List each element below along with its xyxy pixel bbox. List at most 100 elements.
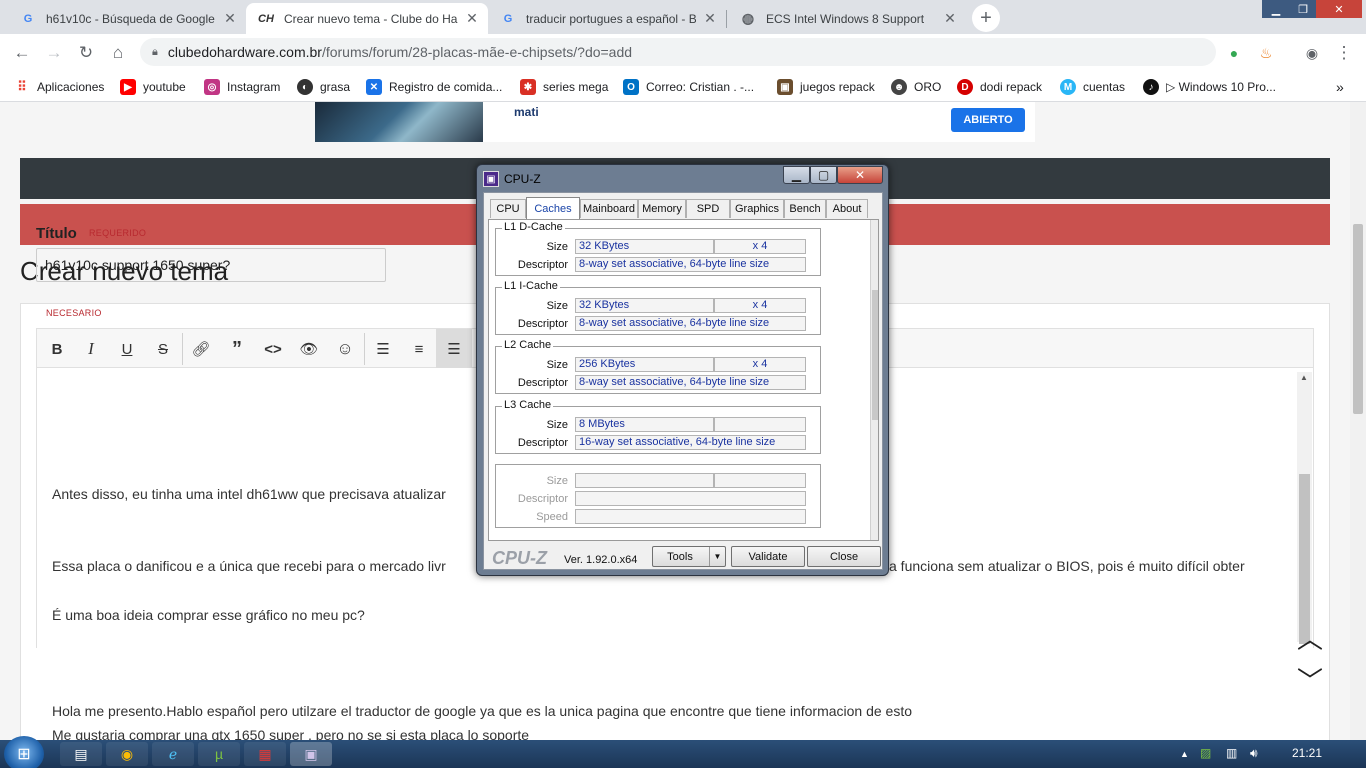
tray-app-icon[interactable]: ▨: [1200, 746, 1211, 760]
cpuz-tab-bench[interactable]: Bench: [784, 199, 826, 218]
windows-start-button[interactable]: ⊞: [4, 736, 44, 768]
bookmark-juegos-repack[interactable]: ▣ juegos repack: [777, 78, 875, 96]
spoiler-eye-icon[interactable]: 👁︎: [291, 329, 327, 369]
cache-descriptor-value: 8-way set associative, 64-byte line size: [575, 375, 806, 390]
new-tab-button[interactable]: +: [972, 4, 1000, 32]
lock-icon: 🔒︎: [152, 45, 158, 58]
close-tab-icon[interactable]: ✕: [702, 10, 718, 27]
numbered-list-icon[interactable]: ≡: [401, 329, 437, 369]
menu-dots-icon[interactable]: ⋮: [1332, 41, 1356, 65]
close-tab-icon[interactable]: ✕: [222, 10, 238, 27]
bullet-list-icon[interactable]: ☰: [365, 329, 401, 369]
cache-group-l2: L2 Cache Size 256 KBytes x 4 Descriptor …: [495, 339, 821, 394]
browser-tab-translate[interactable]: G traducir portugues a español - Bu ✕: [488, 3, 726, 34]
maximize-window-button[interactable]: ❐: [1290, 0, 1316, 18]
cpuz-tab-caches[interactable]: Caches: [526, 197, 580, 219]
google-icon: G: [23, 12, 33, 25]
ad-image: [315, 102, 483, 142]
volume-icon[interactable]: 🔊︎: [1250, 746, 1258, 761]
close-tab-icon[interactable]: ✕: [942, 10, 958, 27]
bold-button[interactable]: B: [39, 329, 75, 369]
cpuz-validate-button[interactable]: Validate: [731, 546, 805, 567]
utorrent-icon[interactable]: µ: [198, 742, 240, 766]
cpuz-close-button[interactable]: Close: [807, 546, 881, 567]
forward-arrow-icon[interactable]: →: [42, 41, 66, 65]
windows-taskbar: ⊞ ▤ ◉ ℯ µ ▦ ▣ ▲ ▨ ▥ 🔊︎ 21:21: [0, 736, 1366, 768]
browser-tab-google-search[interactable]: G h61v10c - Búsqueda de Google ✕: [8, 3, 246, 34]
browser-tab-clube-hardware[interactable]: CH Crear nuevo tema - Clube do Hardware …: [246, 3, 488, 34]
winrar-icon[interactable]: ▦: [244, 742, 286, 766]
cpuz-close-window-button[interactable]: ✕: [837, 166, 883, 184]
cuentas-icon: M: [1060, 79, 1076, 95]
scroll-up-chevron-icon[interactable]: ︿: [1295, 626, 1325, 652]
descriptor-label: Descriptor: [517, 437, 568, 449]
bookmark-cuentas[interactable]: Mcuentas: [1060, 78, 1125, 96]
scroll-up-arrow-icon[interactable]: ▲: [1300, 373, 1308, 382]
profile-avatar[interactable]: ◉: [1300, 41, 1324, 65]
quote-icon[interactable]: ”: [219, 329, 255, 369]
editor-scrollbar-thumb[interactable]: [1299, 474, 1310, 644]
close-tab-icon[interactable]: ✕: [464, 10, 480, 27]
cpuz-panel-scrollbar-thumb[interactable]: [872, 290, 878, 420]
edge-icon[interactable]: ℯ: [152, 742, 194, 766]
extension-fire-icon[interactable]: ♨: [1254, 41, 1278, 65]
underline-button[interactable]: U: [109, 329, 145, 369]
close-window-button[interactable]: ✕: [1316, 0, 1362, 18]
editor-paragraph: Essa placa o danificou e a única que rec…: [52, 558, 446, 574]
ad-open-button[interactable]: ABIERTO: [951, 108, 1025, 132]
cpuz-tab-mainboard[interactable]: Mainboard: [580, 199, 638, 218]
align-left-icon[interactable]: ☰: [436, 329, 472, 369]
series-icon: ✱: [520, 79, 536, 95]
bookmark-oro[interactable]: ☻ ORO: [891, 78, 941, 96]
bookmark-correo[interactable]: O Correo: Cristian . -...: [623, 78, 754, 96]
tab-separator: [726, 10, 727, 28]
cpuz-panel-scrollbar[interactable]: [870, 220, 878, 540]
code-icon[interactable]: <>: [255, 329, 291, 369]
network-icon[interactable]: ▥: [1226, 746, 1237, 760]
extension-icon[interactable]: ●: [1222, 41, 1246, 65]
emoji-icon[interactable]: ☺: [327, 329, 363, 369]
strikethrough-button[interactable]: S: [145, 329, 181, 369]
title-input[interactable]: h61v10c support 1650 super?: [36, 248, 386, 282]
bookmark-windows-10[interactable]: ♪ ▷ Windows 10 Pro...: [1143, 78, 1276, 96]
taskbar-clock[interactable]: 21:21: [1292, 746, 1322, 760]
more-bookmarks-icon[interactable]: »: [1336, 78, 1344, 96]
cpuz-tab-about[interactable]: About: [826, 199, 868, 218]
ad-banner[interactable]: mati ABIERTO: [315, 102, 1035, 142]
italic-button[interactable]: I: [73, 329, 109, 369]
link-icon[interactable]: 🔗︎: [183, 329, 219, 369]
editor-scrollbar[interactable]: ▲: [1297, 372, 1312, 644]
home-icon[interactable]: ⌂: [106, 41, 130, 65]
cpuz-minimize-button[interactable]: ▁: [783, 166, 810, 184]
page-scrollbar-thumb[interactable]: [1353, 224, 1363, 414]
browser-tab-strip: G h61v10c - Búsqueda de Google ✕ CH Crea…: [0, 0, 1366, 34]
scroll-down-chevron-icon[interactable]: ﹀: [1295, 668, 1325, 694]
cpuz-tools-button[interactable]: Tools ▼: [652, 546, 726, 567]
cpuz-maximize-button[interactable]: ▢: [810, 166, 837, 184]
address-bar[interactable]: 🔒︎ clubedohardware.com.br/forums/forum/2…: [140, 38, 1216, 66]
editor-paragraph: É uma boa ideia comprar esse gráfico no …: [52, 607, 365, 623]
reload-icon[interactable]: ↻: [74, 41, 98, 65]
bookmark-apps[interactable]: ⠿ Aplicaciones: [14, 78, 104, 96]
bookmark-youtube[interactable]: ▶ youtube: [120, 78, 186, 96]
cpuz-logo: CPU-Z: [492, 548, 547, 568]
bookmark-registro-comida[interactable]: ✕ Registro de comida...: [366, 78, 502, 96]
cpuz-tab-spd[interactable]: SPD: [686, 199, 730, 218]
chrome-icon[interactable]: ◉: [106, 742, 148, 766]
tray-expand-icon[interactable]: ▲: [1180, 749, 1189, 759]
cpuz-tab-memory[interactable]: Memory: [638, 199, 686, 218]
file-explorer-icon[interactable]: ▤: [60, 742, 102, 766]
back-arrow-icon[interactable]: ←: [10, 41, 34, 65]
cpuz-tab-graphics[interactable]: Graphics: [730, 199, 784, 218]
browser-tab-ecs-support[interactable]: ◍ ECS Intel Windows 8 Support ✕: [728, 3, 966, 34]
cache-group-l1i: L1 I-Cache Size 32 KBytes x 4 Descriptor…: [495, 280, 821, 335]
cpuz-taskbar-icon[interactable]: ▣: [290, 742, 332, 766]
bookmark-instagram[interactable]: ◎ Instagram: [204, 78, 280, 96]
bookmark-grasa[interactable]: ◐ grasa: [297, 78, 350, 96]
dropdown-arrow-icon[interactable]: ▼: [709, 547, 725, 566]
cpuz-tab-cpu[interactable]: CPU: [490, 199, 526, 218]
bookmark-series-mega[interactable]: ✱ series mega: [520, 78, 608, 96]
bookmark-dodi-repack[interactable]: Ddodi repack: [957, 78, 1042, 96]
minimize-window-button[interactable]: ▁: [1262, 0, 1290, 18]
page-scrollbar[interactable]: [1350, 102, 1366, 740]
